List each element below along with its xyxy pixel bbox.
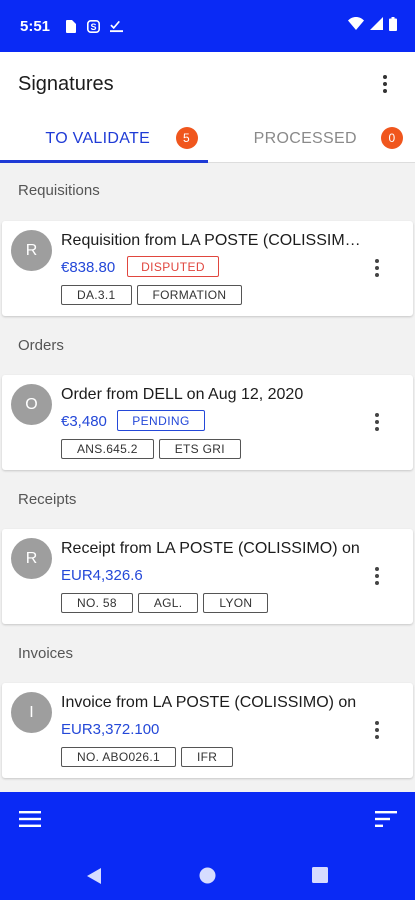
tag-list: NO. 58 AGL. LYON (61, 593, 269, 613)
wifi-icon (348, 17, 364, 35)
status-badge: DISPUTED (127, 256, 219, 277)
status-badge: PENDING (117, 410, 205, 431)
section-title: Invoices (18, 645, 74, 662)
item-title: Requisition from LA POSTE (COLISSIMO) (61, 232, 361, 249)
item-title: Order from DELL on Aug 12, 2020 (61, 386, 304, 403)
app-bar: Signatures (0, 52, 415, 116)
tab-to-validate[interactable]: TO VALIDATE 5 (0, 116, 208, 163)
more-vert-icon[interactable] (367, 410, 387, 434)
status-bar: 5:51 S (0, 0, 415, 52)
item-amount: EUR3,372.100 (61, 721, 160, 738)
tab-label: PROCESSED (253, 130, 357, 147)
battery-icon (389, 16, 397, 36)
tab-label: TO VALIDATE (45, 130, 151, 147)
more-vert-icon[interactable] (367, 718, 387, 742)
tag: LYON (203, 593, 269, 613)
menu-icon[interactable] (19, 811, 41, 832)
svg-text:S: S (91, 22, 97, 32)
avatar: R (11, 230, 52, 271)
tag-list: ANS.645.2 ETS GRI (61, 439, 241, 459)
home-icon[interactable] (199, 867, 216, 889)
more-vert-icon[interactable] (367, 564, 387, 588)
bottom-app-bar (0, 792, 415, 900)
check-list-icon (110, 19, 124, 33)
count-badge: 5 (175, 127, 198, 149)
signal-icon (370, 17, 383, 35)
sim-card-icon (64, 19, 77, 33)
tag: NO. 58 (61, 593, 133, 613)
avatar: I (11, 692, 52, 733)
item-amount: €3,480 (61, 413, 107, 430)
recents-icon[interactable] (312, 867, 328, 888)
back-icon[interactable] (86, 867, 102, 890)
tab-processed[interactable]: PROCESSED 0 (208, 116, 415, 162)
tag-list: NO. ABO026.1 IFR (61, 747, 234, 767)
list-item[interactable]: R Requisition from LA POSTE (COLISSIMO) … (2, 221, 413, 316)
tag-list: DA.3.1 FORMATION (61, 285, 243, 305)
tag: DA.3.1 (61, 285, 132, 305)
avatar: R (11, 538, 52, 579)
count-badge: 0 (381, 127, 403, 149)
item-title: Invoice from LA POSTE (COLISSIMO) on (61, 694, 357, 711)
section-title: Receipts (18, 491, 77, 508)
tab-bar: TO VALIDATE 5 PROCESSED 0 (0, 116, 415, 163)
tag: AGL. (137, 593, 199, 613)
page-title: Signatures (18, 72, 114, 95)
list-item[interactable]: O Order from DELL on Aug 12, 2020 €3,480… (2, 375, 413, 470)
item-amount: €838.80 (61, 259, 116, 276)
s-logo-icon: S (87, 19, 101, 33)
tag: NO. ABO026.1 (61, 747, 176, 767)
section-title: Orders (18, 337, 64, 354)
tag: IFR (180, 747, 234, 767)
more-vert-icon[interactable] (373, 72, 397, 96)
tag: ETS GRI (158, 439, 241, 459)
sort-icon[interactable] (375, 811, 397, 832)
tag: ANS.645.2 (61, 439, 154, 459)
item-amount: EUR4,326.6 (61, 567, 143, 584)
section-title: Requisitions (18, 182, 100, 199)
tag: FORMATION (136, 285, 243, 305)
status-time: 5:51 (20, 17, 51, 35)
more-vert-icon[interactable] (367, 256, 387, 280)
list-item[interactable]: I Invoice from LA POSTE (COLISSIMO) on E… (2, 683, 413, 778)
avatar: O (11, 384, 52, 425)
item-title: Receipt from LA POSTE (COLISSIMO) on (61, 540, 360, 557)
list-item[interactable]: R Receipt from LA POSTE (COLISSIMO) on E… (2, 529, 413, 624)
